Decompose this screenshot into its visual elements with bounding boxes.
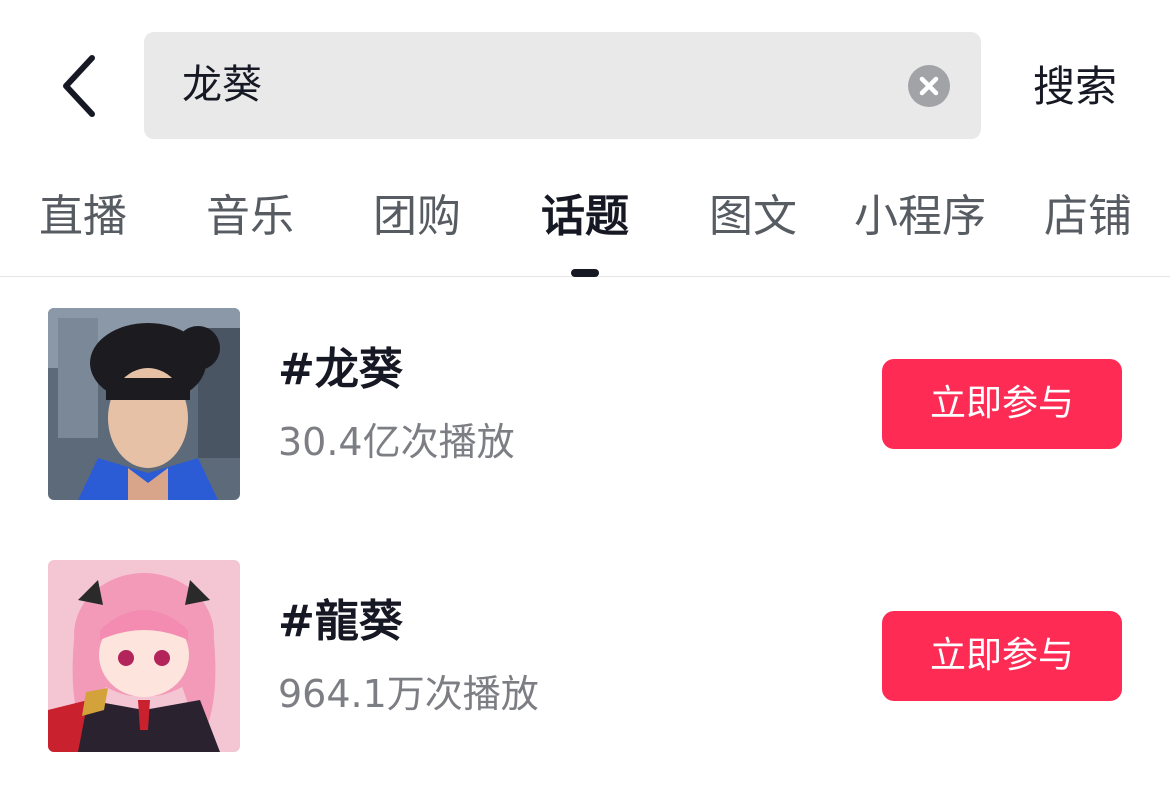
tab-live[interactable]: 直播 [33,187,133,247]
tab-music[interactable]: 音乐 [200,187,300,247]
topic-row[interactable]: #龍葵 964.1万次播放 立即参与 [0,560,1170,752]
topic-thumbnail [48,560,240,752]
topic-play-count: 30.4亿次播放 [278,420,515,464]
topic-play-count: 964.1万次播放 [278,672,539,716]
close-icon [919,76,939,96]
search-results-screen: 搜索 直播 音乐 团购 话题 图文 小程序 店铺 #龙葵 [0,0,1170,808]
tab-topics[interactable]: 话题 [535,187,635,247]
tab-group-buy[interactable]: 团购 [367,187,467,247]
clear-search-button[interactable] [908,65,950,107]
topic-row[interactable]: #龙葵 30.4亿次播放 立即参与 [0,308,1170,500]
category-tabs: 直播 音乐 团购 话题 图文 小程序 店铺 [0,165,1170,277]
tab-image-text[interactable]: 图文 [703,187,803,247]
tab-stores[interactable]: 店铺 [1038,187,1138,247]
join-topic-button[interactable]: 立即参与 [882,611,1122,701]
topic-title: #龙葵 [278,344,403,395]
join-topic-button[interactable]: 立即参与 [882,359,1122,449]
topic-thumbnail [48,308,240,500]
search-box[interactable] [144,32,981,139]
tab-mini-programs[interactable]: 小程序 [845,187,995,247]
search-input[interactable] [182,32,882,139]
back-button[interactable] [50,50,110,122]
active-tab-indicator [571,269,599,277]
topic-title: #龍葵 [278,596,403,647]
search-header: 搜索 [0,0,1170,165]
chevron-left-icon [63,55,95,117]
search-button[interactable]: 搜索 [1020,52,1130,122]
